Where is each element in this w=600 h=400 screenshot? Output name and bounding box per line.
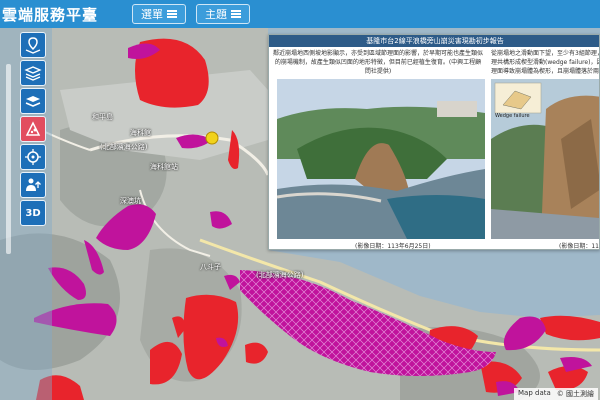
rockfall-hazard-button[interactable] [20, 116, 46, 142]
menu-label: 選單 [141, 8, 164, 21]
map-label: (北部濱海公路) [256, 271, 304, 279]
person-upload-button[interactable] [20, 172, 46, 198]
location-target-button[interactable] [20, 144, 46, 170]
report-panel[interactable]: 基隆市台2線平浪橋旁山崩災害現勘初步報告 鄰近崩塌地西側坡地影顯示，亦受到區域節… [268, 34, 600, 250]
report-title: 基隆市台2線平浪橋旁山崩災害現勘初步報告 [269, 35, 599, 47]
location-target-icon [25, 149, 41, 165]
map-layers-icon [24, 66, 42, 81]
photo-date-caption-left: (影像日期：113年6月25日) [355, 243, 431, 250]
map-pin-layers-button[interactable] [20, 32, 46, 58]
rockfall-hazard-icon [25, 121, 41, 136]
map-source-label: © 國土測繪 [556, 390, 594, 398]
layers-stack-button[interactable] [20, 88, 46, 114]
map-label: 深澳坑 [120, 197, 141, 205]
landslide-aerial-photo [277, 79, 485, 239]
report-description-left: 鄰近崩塌地西側坡地影顯示，亦受到區域節理面的影響，於早期可能也產生類似的崩場機制… [273, 50, 484, 75]
app-title: 雲端服務平臺 [2, 5, 99, 24]
map-layers-button[interactable] [20, 60, 46, 86]
map-label: 和平島 [92, 113, 113, 121]
photo-date-caption-right: (影像日期：113年 [559, 243, 599, 250]
3d-view-button[interactable]: 3D [20, 200, 46, 226]
wedge-failure-label: Wedge failure [495, 113, 530, 119]
menu-button[interactable]: 選單 [132, 4, 187, 24]
left-toolbar: 3D [0, 28, 52, 400]
map-attribution: Map data © 國土測繪 [514, 388, 598, 400]
topic-label: 主題 [205, 8, 228, 21]
layers-stack-icon [25, 96, 41, 107]
map-label: 海科館 [130, 129, 151, 137]
map-label: 八斗子 [200, 263, 221, 271]
map-pin-layers-icon [25, 37, 41, 54]
top-bar: 雲端服務平臺 選單 主題 [0, 0, 600, 28]
map-label: 海科館站 [150, 163, 178, 171]
map-label: (北部濱海公路) [100, 143, 148, 151]
hamburger-icon [231, 10, 242, 18]
wedge-failure-photo [491, 79, 599, 239]
location-marker[interactable] [205, 131, 219, 145]
sidebar-scrollbar[interactable] [6, 64, 11, 254]
person-upload-icon [26, 178, 41, 191]
hamburger-icon [167, 10, 178, 18]
map-data-label: Map data [518, 389, 551, 397]
3d-view-icon: 3D [25, 207, 41, 219]
topic-button[interactable]: 主題 [196, 4, 251, 24]
report-description-right: 從崩塌地之滑動面下望，至少有3組節理，且各節理共構形成楔型滑動(wedge fa… [491, 50, 600, 75]
